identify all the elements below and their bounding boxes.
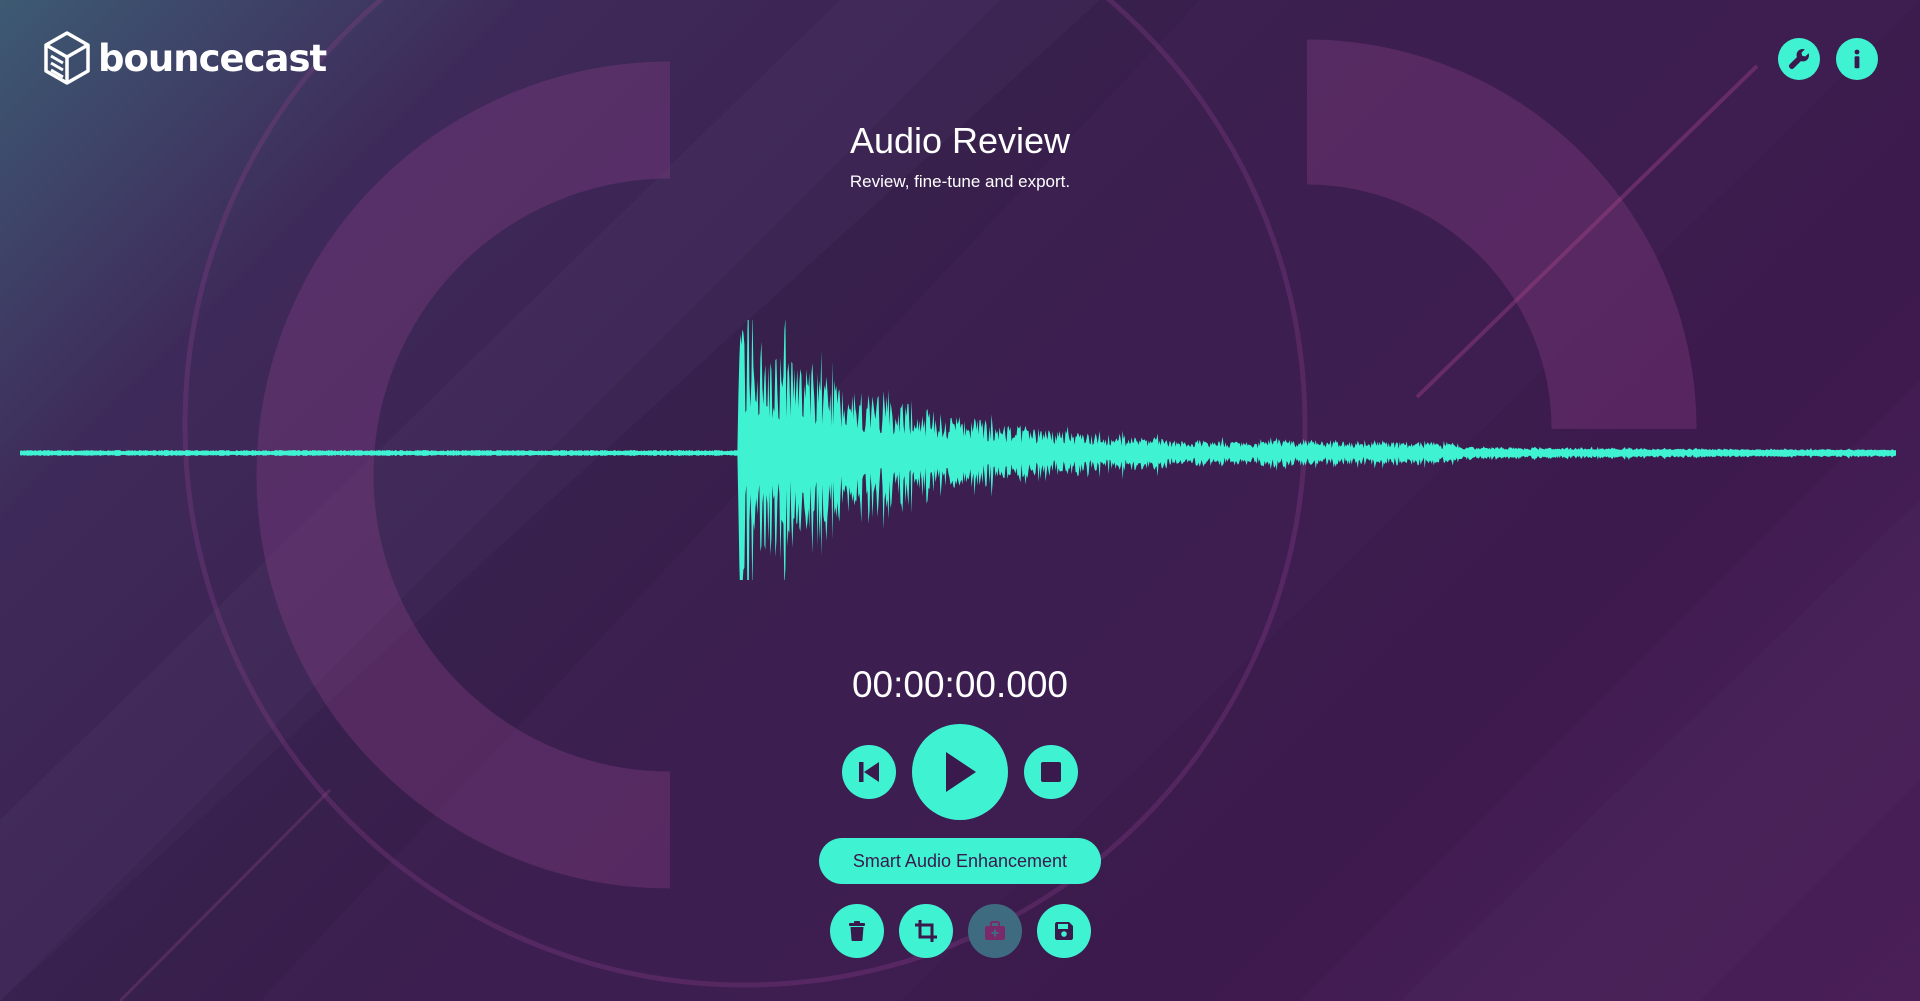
brand-name: bouncecast — [98, 36, 327, 80]
settings-button[interactable] — [1778, 38, 1820, 80]
play-icon — [946, 752, 976, 792]
save-button[interactable] — [1036, 904, 1091, 958]
brand-logo[interactable]: bouncecast — [42, 30, 327, 86]
tool-buttons — [0, 904, 1920, 958]
crop-button[interactable] — [898, 904, 953, 958]
wrench-icon — [1788, 49, 1809, 70]
page-header: Audio Review Review, fine-tune and expor… — [0, 120, 1920, 192]
stop-button[interactable] — [1024, 745, 1078, 799]
delete-button[interactable] — [829, 904, 884, 958]
info-button[interactable] — [1836, 38, 1878, 80]
toolbox-icon — [984, 921, 1005, 940]
audio-waveform[interactable] — [20, 320, 1896, 580]
transport-controls — [0, 724, 1920, 820]
smart-audio-enhancement-button[interactable]: Smart Audio Enhancement — [818, 838, 1102, 884]
save-icon — [1054, 922, 1073, 940]
trash-icon — [848, 921, 865, 941]
skip-back-button[interactable] — [842, 745, 896, 799]
skip-back-icon — [859, 762, 879, 782]
page-subtitle: Review, fine-tune and export. — [849, 172, 1071, 191]
playback-time: 00:00:00.000 — [851, 664, 1069, 705]
cube-logo-icon — [44, 31, 90, 85]
header-actions — [1778, 38, 1878, 80]
enhance-container: Smart Audio Enhancement — [0, 838, 1920, 884]
play-button[interactable] — [912, 724, 1008, 820]
toolbox-button[interactable] — [967, 904, 1022, 958]
crop-icon — [914, 920, 937, 942]
page-title: Audio Review — [849, 120, 1071, 161]
stop-icon — [1041, 762, 1061, 782]
waveform-shape — [20, 320, 1896, 580]
info-icon — [1854, 49, 1860, 69]
